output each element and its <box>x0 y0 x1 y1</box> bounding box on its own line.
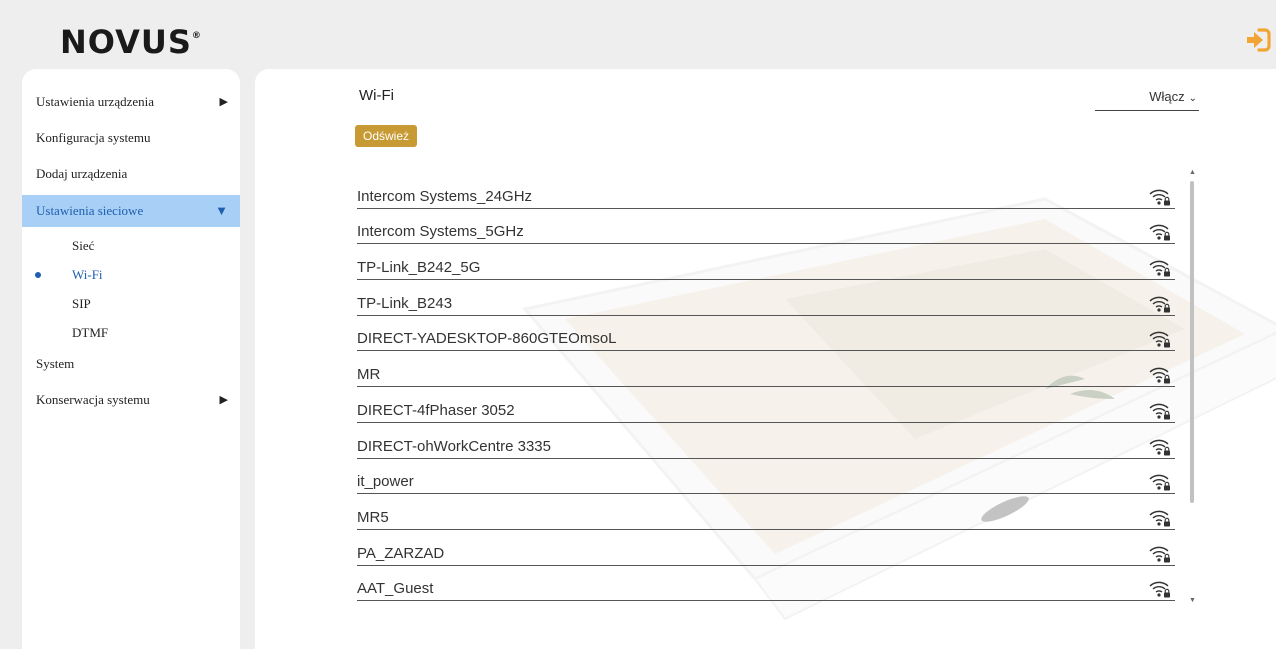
wifi-lock-icon <box>1149 436 1171 456</box>
sidebar-subitem-sip[interactable]: SIP <box>22 289 240 318</box>
wifi-lock-icon <box>1149 578 1171 598</box>
sidebar-item-label: Konserwacja systemu <box>36 392 150 407</box>
expand-arrow-icon: ▶ <box>219 394 228 406</box>
sidebar-subitem-dtmf[interactable]: DTMF <box>22 318 240 347</box>
sidebar: Ustawienia urządzenia ▶ Konfiguracja sys… <box>22 69 240 649</box>
network-name: DIRECT-4fPhaser 3052 <box>357 401 515 419</box>
wifi-lock-icon <box>1149 507 1171 527</box>
wifi-network-row[interactable]: it_power <box>357 459 1175 495</box>
select-value: Włącz <box>1149 89 1185 104</box>
wifi-network-row[interactable]: TP-Link_B243 <box>357 280 1175 316</box>
sidebar-item-network-settings[interactable]: Ustawienia sieciowe ▼ <box>22 195 240 227</box>
wifi-network-row[interactable]: DIRECT-4fPhaser 3052 <box>357 387 1175 423</box>
wifi-lock-icon <box>1149 186 1171 206</box>
wifi-enable-select[interactable]: Włącz ⌄ <box>1095 85 1199 111</box>
network-name: Intercom Systems_5GHz <box>357 223 524 241</box>
wifi-network-row[interactable]: Intercom Systems_24GHz <box>357 173 1175 209</box>
page-title: Wi-Fi <box>359 87 394 104</box>
network-name: TP-Link_B243 <box>357 294 453 312</box>
wifi-lock-icon <box>1149 400 1171 420</box>
wifi-network-row[interactable]: TP-Link_B242_5G <box>357 244 1175 281</box>
chevron-down-icon: ⌄ <box>1188 93 1197 104</box>
network-name: DIRECT-YADESKTOP-860GTEOmsoL <box>357 330 617 348</box>
sidebar-item-system-configuration[interactable]: Konfiguracja systemu <box>22 123 240 159</box>
sidebar-item-label: Ustawienia sieciowe <box>36 203 144 218</box>
wifi-network-list: Intercom Systems_24GHz Intercom Systems_5… <box>357 173 1175 602</box>
wifi-network-row[interactable]: MR5 <box>357 494 1175 530</box>
wifi-network-row[interactable]: DIRECT-YADESKTOP-860GTEOmsoL <box>357 316 1175 352</box>
wifi-lock-icon <box>1149 543 1171 563</box>
network-name: MR5 <box>357 508 389 526</box>
novus-logo: NOVUS® <box>60 23 202 61</box>
network-name: Intercom Systems_24GHz <box>357 187 533 205</box>
refresh-button[interactable]: Odśwież <box>355 125 418 147</box>
sidebar-item-label: Ustawienia urządzenia <box>36 94 155 109</box>
wifi-lock-icon <box>1149 221 1171 241</box>
sidebar-item-label: System <box>36 356 75 371</box>
wifi-lock-icon <box>1149 471 1171 491</box>
wifi-network-row[interactable]: MR <box>357 351 1175 388</box>
wifi-lock-icon <box>1149 257 1171 277</box>
wifi-lock-icon <box>1149 328 1171 348</box>
main-panel: Wi-Fi Włącz ⌄ Odśwież Intercom Systems_24… <box>255 69 1276 649</box>
scroll-down-arrow-icon[interactable]: ▼ <box>1189 597 1196 604</box>
collapse-arrow-icon: ▼ <box>215 203 228 218</box>
network-name: MR <box>357 366 381 384</box>
sidebar-item-label: Dodaj urządzenia <box>36 166 128 181</box>
sidebar-subitem-wifi[interactable]: Wi-Fi <box>22 260 240 289</box>
active-dot-icon <box>35 272 41 278</box>
network-name: it_power <box>357 473 414 491</box>
sidebar-item-add-devices[interactable]: Dodaj urządzenia <box>22 159 240 195</box>
sidebar-subitem-network[interactable]: Sieć <box>22 231 240 260</box>
wifi-network-row[interactable]: DIRECT-ohWorkCentre 3335 <box>357 423 1175 459</box>
sidebar-subitem-label: Sieć <box>72 238 95 253</box>
network-name: DIRECT-ohWorkCentre 3335 <box>357 437 551 455</box>
scrollbar-thumb[interactable] <box>1190 181 1194 503</box>
wifi-lock-icon <box>1149 364 1171 384</box>
sidebar-subitem-label: SIP <box>72 296 91 311</box>
sidebar-item-system-maintenance[interactable]: Konserwacja systemu ▶ <box>22 385 240 421</box>
logout-arrow-icon <box>1247 28 1271 52</box>
wifi-lock-icon <box>1149 293 1171 313</box>
scroll-up-arrow-icon[interactable]: ▲ <box>1189 169 1196 176</box>
network-name: PA_ZARZAD <box>357 544 445 562</box>
wifi-network-row[interactable]: AAT_Guest <box>357 566 1175 602</box>
expand-arrow-icon: ▶ <box>219 96 228 108</box>
sidebar-subitem-label: Wi-Fi <box>72 267 103 282</box>
network-name: AAT_Guest <box>357 580 434 598</box>
logout-button[interactable] <box>1244 26 1272 54</box>
sidebar-item-system[interactable]: System <box>22 349 240 385</box>
sidebar-item-device-settings[interactable]: Ustawienia urządzenia ▶ <box>22 87 240 123</box>
wifi-network-row[interactable]: PA_ZARZAD <box>357 530 1175 566</box>
network-name: TP-Link_B242_5G <box>357 259 481 277</box>
sidebar-subitem-label: DTMF <box>72 325 109 340</box>
wifi-network-row[interactable]: Intercom Systems_5GHz <box>357 209 1175 245</box>
sidebar-item-label: Konfiguracja systemu <box>36 130 151 145</box>
